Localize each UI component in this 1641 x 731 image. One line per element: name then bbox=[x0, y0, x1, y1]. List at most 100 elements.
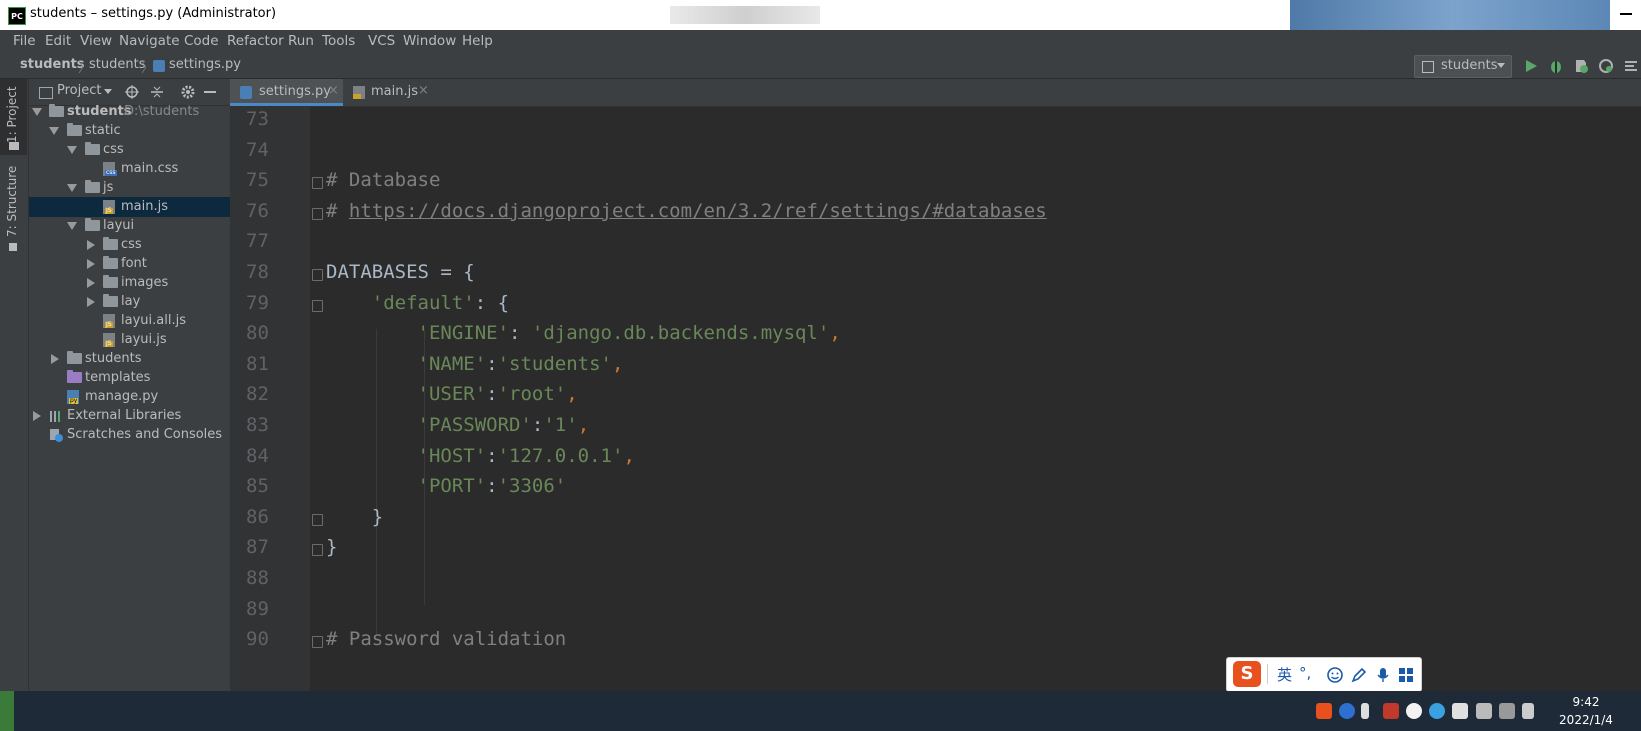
microphone-icon[interactable] bbox=[1374, 666, 1392, 684]
menu-file[interactable]: File bbox=[13, 33, 36, 49]
debug-icon[interactable] bbox=[1548, 58, 1564, 74]
expand-arrow-icon[interactable] bbox=[32, 108, 42, 116]
menu-window[interactable]: Window bbox=[403, 33, 456, 49]
tree-item-js[interactable]: js bbox=[29, 178, 230, 198]
sogou-tray-icon[interactable] bbox=[1316, 703, 1332, 719]
collapse-all-icon[interactable] bbox=[149, 84, 165, 100]
toolbox-grid-icon[interactable] bbox=[1397, 666, 1415, 684]
code-line[interactable]: 82 'USER':'root', bbox=[230, 379, 1641, 411]
tree-item-static[interactable]: static bbox=[29, 121, 230, 141]
system-clock[interactable]: 9:42 2022/1/4 bbox=[1536, 693, 1636, 729]
handwriting-icon[interactable] bbox=[1350, 666, 1368, 684]
tree-item-external-libraries[interactable]: External Libraries bbox=[29, 406, 230, 426]
breadcrumb-project[interactable]: students bbox=[20, 57, 85, 72]
menu-tools[interactable]: Tools bbox=[322, 33, 355, 49]
tree-item-students-root[interactable]: students D:\students bbox=[29, 102, 230, 122]
tree-item-main-js[interactable]: JS main.js bbox=[29, 197, 230, 217]
locate-file-icon[interactable] bbox=[124, 84, 140, 100]
collapse-arrow-icon[interactable] bbox=[51, 354, 59, 364]
project-view-selector[interactable]: Project bbox=[57, 83, 101, 98]
expand-arrow-icon[interactable] bbox=[67, 184, 77, 192]
tree-item-font[interactable]: font bbox=[29, 254, 230, 274]
code-line[interactable]: 73 bbox=[230, 107, 1641, 136]
code-line[interactable]: 81 'NAME':'students', bbox=[230, 349, 1641, 381]
tree-item-layui[interactable]: layui bbox=[29, 216, 230, 236]
qq-tray-icon[interactable] bbox=[1406, 703, 1422, 719]
tab-settings-py[interactable]: settings.py × bbox=[230, 79, 343, 106]
flag-tray-icon[interactable] bbox=[1476, 703, 1492, 719]
structure-tool-tab[interactable]: 7: Structure bbox=[5, 166, 19, 237]
code-line[interactable]: 84 'HOST':'127.0.0.1', bbox=[230, 441, 1641, 473]
collapse-arrow-icon[interactable] bbox=[87, 278, 95, 288]
close-icon[interactable]: × bbox=[328, 83, 339, 98]
tree-item-layui-css[interactable]: css bbox=[29, 235, 230, 255]
profile-icon[interactable] bbox=[1598, 58, 1614, 74]
menu-view[interactable]: View bbox=[80, 33, 112, 49]
fold-marker-icon[interactable] bbox=[312, 636, 323, 649]
fold-marker-icon[interactable] bbox=[312, 544, 323, 557]
fold-marker-icon[interactable] bbox=[312, 299, 323, 312]
tree-item-layui-all-js[interactable]: JS layui.all.js bbox=[29, 311, 230, 331]
tree-item-lay[interactable]: lay bbox=[29, 292, 230, 312]
code-line[interactable]: 87} bbox=[230, 532, 1641, 564]
close-icon[interactable]: × bbox=[418, 83, 429, 98]
code-line[interactable]: 74 bbox=[230, 135, 1641, 167]
run-icon[interactable] bbox=[1523, 58, 1539, 74]
code-line[interactable]: 88 bbox=[230, 563, 1641, 595]
project-tool-tab[interactable]: 1: Project bbox=[5, 86, 19, 143]
tree-item-templates[interactable]: templates bbox=[29, 368, 230, 388]
emoji-icon[interactable] bbox=[1326, 666, 1344, 684]
cloud-tray-icon[interactable] bbox=[1429, 703, 1445, 719]
menu-edit[interactable]: Edit bbox=[45, 33, 71, 49]
menu-run[interactable]: Run bbox=[288, 33, 314, 49]
expand-arrow-icon[interactable] bbox=[49, 127, 59, 135]
collapse-arrow-icon[interactable] bbox=[33, 411, 41, 421]
collapse-arrow-icon[interactable] bbox=[87, 240, 95, 250]
tree-item-scratches[interactable]: Scratches and Consoles bbox=[29, 425, 230, 445]
tree-item-manage-py[interactable]: py manage.py bbox=[29, 387, 230, 407]
code-line[interactable]: 79 'default': { bbox=[230, 288, 1641, 320]
fold-marker-icon[interactable] bbox=[312, 177, 323, 190]
app-tray-icon[interactable] bbox=[1452, 703, 1468, 719]
tree-item-layui-js[interactable]: JS layui.js bbox=[29, 330, 230, 350]
code-line[interactable]: 80 'ENGINE': 'django.db.backends.mysql', bbox=[230, 318, 1641, 350]
sogou-logo-icon[interactable]: S bbox=[1233, 661, 1261, 687]
code-line[interactable]: 78 DATABASES = { bbox=[230, 257, 1641, 289]
expand-arrow-icon[interactable] bbox=[67, 222, 77, 230]
tree-item-students-pkg[interactable]: students bbox=[29, 349, 230, 369]
taskbar-app-button[interactable] bbox=[0, 691, 14, 731]
fold-marker-icon[interactable] bbox=[312, 207, 323, 220]
ime-language-toggle[interactable]: 英 bbox=[1277, 664, 1292, 685]
breadcrumb-package[interactable]: students bbox=[89, 57, 145, 72]
gear-icon[interactable] bbox=[180, 84, 196, 100]
code-line[interactable]: 83 'PASSWORD':'1', bbox=[230, 410, 1641, 442]
fold-marker-icon[interactable] bbox=[312, 513, 323, 526]
ime-punctuation-toggle[interactable]: °, bbox=[1299, 664, 1311, 682]
expand-arrow-icon[interactable] bbox=[67, 146, 77, 154]
code-editor[interactable]: 73 74 75 # Database 76 # https://docs.djangop… bbox=[230, 107, 1641, 691]
run-more-icon[interactable] bbox=[1623, 58, 1639, 74]
code-line[interactable]: 85 'PORT':'3306' bbox=[230, 471, 1641, 503]
code-line[interactable]: 75 # Database bbox=[230, 165, 1641, 197]
chevron-down-icon[interactable] bbox=[104, 89, 112, 94]
hide-panel-icon[interactable] bbox=[204, 91, 216, 93]
display-tray-icon[interactable] bbox=[1499, 703, 1515, 719]
menu-code[interactable]: Code bbox=[184, 33, 219, 49]
help-tray-icon[interactable] bbox=[1339, 703, 1355, 719]
breadcrumb-file[interactable]: settings.py bbox=[169, 57, 241, 72]
collapse-arrow-icon[interactable] bbox=[87, 297, 95, 307]
tree-item-main-css[interactable]: css main.css bbox=[29, 159, 230, 179]
run-configuration-selector[interactable]: students bbox=[1414, 55, 1512, 78]
volume-icon[interactable] bbox=[1522, 703, 1534, 719]
code-line[interactable]: 77 bbox=[230, 226, 1641, 258]
code-line[interactable]: 76 # https://docs.djangoproject.com/en/3.… bbox=[230, 196, 1641, 228]
fold-marker-icon[interactable] bbox=[312, 269, 323, 281]
menu-refactor[interactable]: Refactor bbox=[227, 33, 284, 49]
coverage-icon[interactable] bbox=[1573, 58, 1589, 74]
collapse-arrow-icon[interactable] bbox=[87, 259, 95, 269]
tree-item-images[interactable]: images bbox=[29, 273, 230, 293]
menu-help[interactable]: Help bbox=[462, 33, 493, 49]
code-line[interactable]: 90 # Password validation bbox=[230, 624, 1641, 656]
minimize-button[interactable] bbox=[1610, 0, 1641, 30]
network-tray-icon[interactable] bbox=[1361, 703, 1369, 719]
